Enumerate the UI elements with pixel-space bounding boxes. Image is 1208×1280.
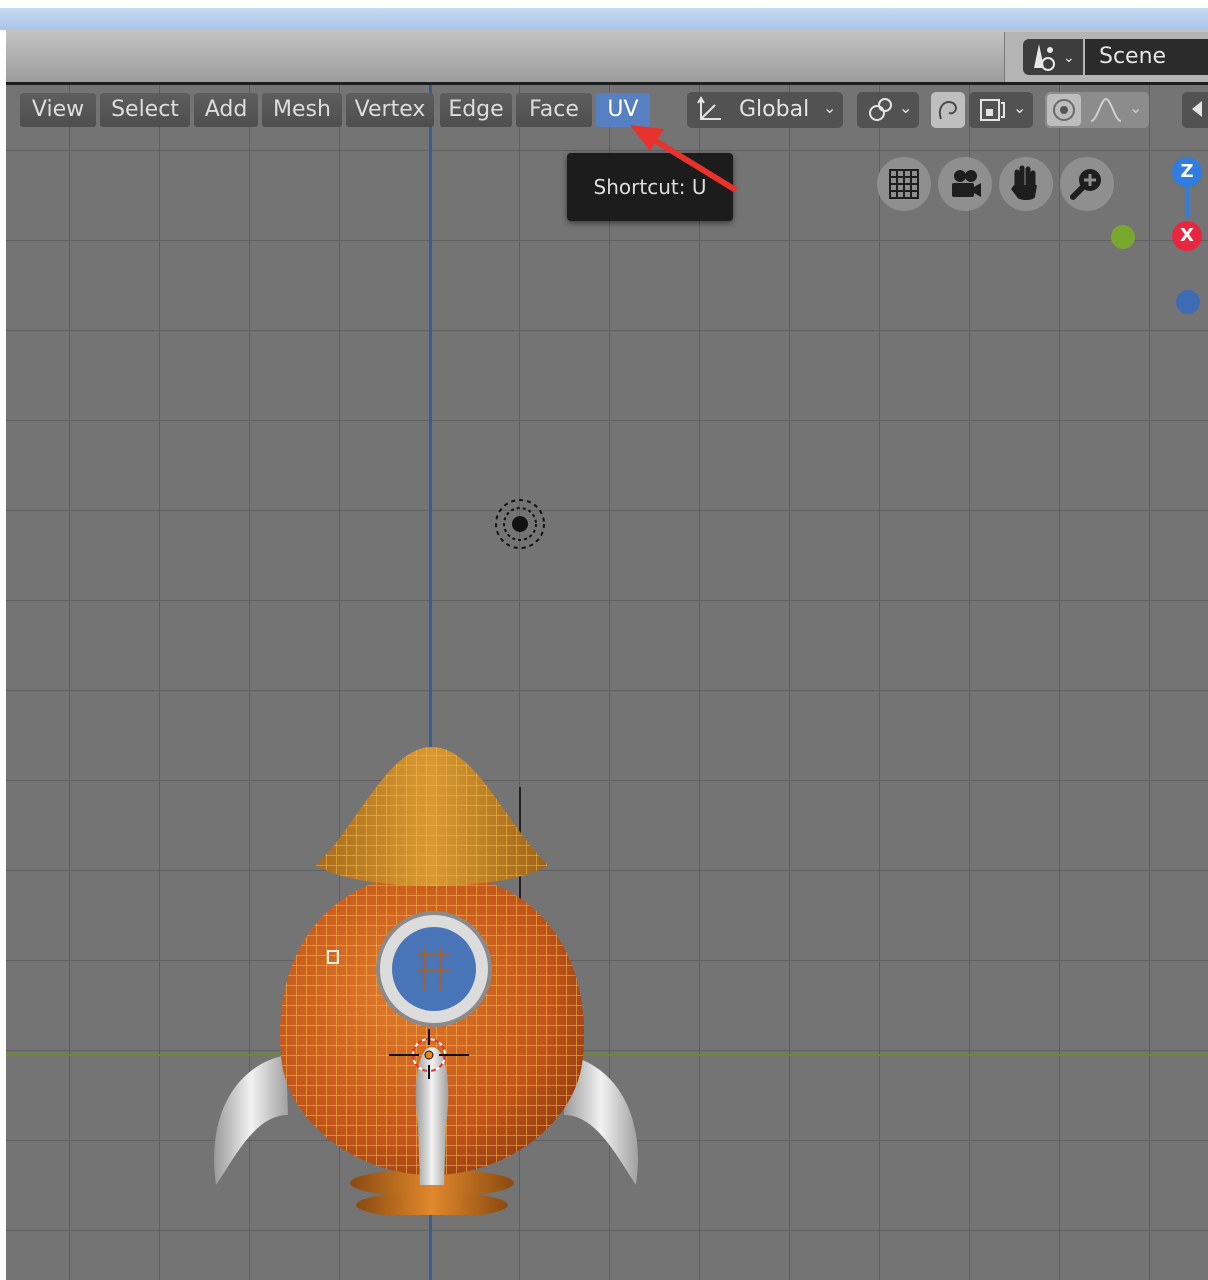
proportional-edit-icon: [1053, 99, 1075, 121]
gizmo-x-axis[interactable]: X: [1172, 221, 1202, 251]
chevron-down-icon: ⌄: [1129, 98, 1143, 117]
snap-icon: [939, 101, 957, 120]
proportional-edit-toggle[interactable]: [1047, 94, 1081, 126]
camera-view-button[interactable]: [938, 157, 992, 211]
grid-toggle-icon: [889, 169, 919, 199]
pan-hand-icon: [1011, 165, 1037, 200]
chevron-down-icon: ⌄: [823, 98, 837, 117]
menu-edge[interactable]: Edge: [440, 93, 512, 127]
scene-name-field[interactable]: Scene: [1085, 39, 1208, 75]
3d-cursor-icon[interactable]: [389, 1029, 469, 1079]
falloff-icon: [1090, 97, 1122, 122]
gizmo-neg-y-axis[interactable]: [1176, 290, 1200, 314]
scene-icon[interactable]: ⌄: [1023, 39, 1083, 75]
overlay-toggle[interactable]: [1182, 92, 1208, 128]
topbar: ⌄ Scene: [6, 30, 1208, 85]
chevron-down-icon: ⌄: [899, 98, 913, 117]
window-top-edge: [0, 0, 1208, 8]
chevron-down-icon: ⌄: [1063, 50, 1075, 66]
3d-viewport[interactable]: View Select Add Mesh Vertex Edge Face UV…: [6, 85, 1208, 1280]
menu-add[interactable]: Add: [194, 93, 258, 127]
rocket-mesh[interactable]: [206, 655, 646, 1215]
light-object-icon[interactable]: [490, 494, 550, 554]
snap-target-dropdown[interactable]: ⌄: [969, 92, 1033, 128]
chevron-down-icon: ⌄: [1013, 98, 1027, 117]
pivot-icon: [869, 98, 892, 121]
scene-selector[interactable]: ⌄ Scene: [1004, 32, 1208, 82]
proportional-edit-group[interactable]: ⌄: [1045, 92, 1149, 128]
toggle-grid-view-button[interactable]: [877, 157, 931, 211]
menu-select[interactable]: Select: [100, 93, 190, 127]
gizmo-z-stem: [1186, 187, 1189, 217]
window-title-strip: [0, 8, 1208, 30]
camera-view-icon: [952, 170, 981, 197]
annotation-arrow: [630, 125, 737, 192]
pan-view-button[interactable]: [999, 157, 1053, 211]
gizmo-y-axis[interactable]: [1111, 225, 1135, 249]
menu-mesh[interactable]: Mesh: [262, 93, 342, 127]
menu-vertex[interactable]: Vertex: [346, 93, 434, 127]
menu-face[interactable]: Face: [516, 93, 592, 127]
light-icon: [1192, 101, 1202, 117]
snap-target-icon: [980, 99, 1005, 121]
gizmo-z-axis[interactable]: Z: [1172, 157, 1202, 187]
snap-toggle[interactable]: [931, 92, 965, 128]
pivot-point-dropdown[interactable]: ⌄: [857, 92, 919, 128]
menu-view[interactable]: View: [20, 93, 96, 127]
